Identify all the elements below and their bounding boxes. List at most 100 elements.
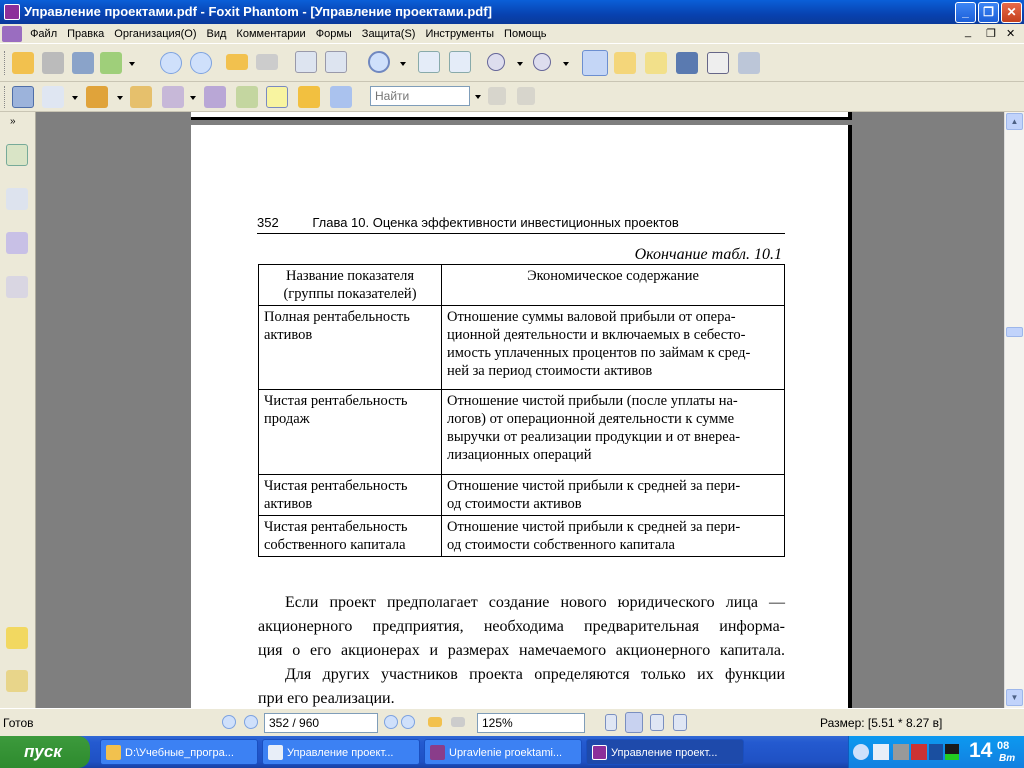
previous-page-icon[interactable] [244,715,258,729]
continuous-icon[interactable] [625,712,643,733]
menu-tools[interactable]: Инструменты [420,24,499,44]
typewriter-icon[interactable] [707,52,729,74]
taskbar-item-foxit[interactable]: Управление проект... [586,739,744,765]
print-icon[interactable] [72,52,94,74]
scroll-up-button[interactable]: ▲ [1006,113,1023,130]
single-page-icon[interactable] [605,714,617,731]
comment-icon[interactable] [298,86,320,108]
body-text: Если проект предполагает создание нового… [258,591,785,708]
hand-tool-icon[interactable] [582,50,608,76]
search-input[interactable] [370,86,470,106]
language-flag-icon[interactable] [911,744,927,760]
open-icon[interactable] [12,52,34,74]
back-arrow-icon[interactable] [226,54,248,70]
chevron-down-icon[interactable] [129,62,135,66]
first-page-icon[interactable] [222,715,236,729]
arrow-tool-icon[interactable] [330,86,352,108]
note-edit-icon[interactable] [204,86,226,108]
edit-document-icon[interactable] [42,86,64,108]
lock-icon[interactable] [162,86,184,108]
chevron-down-icon[interactable] [117,96,123,100]
facing-icon[interactable] [650,714,664,731]
menu-organize[interactable]: Организация(O) [109,24,201,44]
forward-icon[interactable] [451,717,465,727]
find-binoculars-icon[interactable] [676,52,698,74]
doc-close-button[interactable]: ✕ [1006,27,1015,40]
chevron-down-icon[interactable] [72,96,78,100]
chevron-down-icon[interactable] [563,62,569,66]
chevron-down-icon[interactable] [190,96,196,100]
expand-panel-icon[interactable]: » [10,116,16,127]
text-box-icon[interactable] [266,86,288,108]
select-text-icon[interactable] [614,52,636,74]
table-row: Полная рентабельность активов Отношение с… [258,305,785,390]
forward-arrow-icon[interactable] [256,54,278,70]
zoom-in-icon[interactable] [368,51,390,73]
computer-icon[interactable] [893,744,909,760]
snapshot-icon[interactable] [738,52,760,74]
show-hidden-icons-button[interactable] [853,744,869,760]
fit-width-icon[interactable] [449,51,471,73]
minimize-button[interactable]: _ [955,2,976,23]
bookmarks-icon[interactable] [6,144,28,166]
taskbar: пуск D:\Учебные_програ... Управление про… [0,736,1024,768]
app-tray-icon[interactable] [929,744,943,760]
select-arrow-icon[interactable] [645,52,667,74]
scroll-thumb[interactable] [1006,327,1023,337]
taskbar-item-word[interactable]: Управление проект... [262,739,420,765]
zoom-plus-icon[interactable] [533,53,551,71]
chevron-down-icon[interactable] [400,62,406,66]
menu-view[interactable]: Вид [202,24,232,44]
doc-minimize-button[interactable]: _ [965,26,971,38]
email-icon[interactable] [100,52,122,74]
start-button[interactable]: пуск [0,736,90,768]
network-icon[interactable] [873,744,889,760]
folder-icon [106,745,121,760]
signatures-icon[interactable] [6,276,28,298]
scroll-down-button[interactable]: ▼ [1006,689,1023,706]
attachment-tool-icon[interactable] [130,86,152,108]
menu-forms[interactable]: Формы [311,24,357,44]
indicator-name: Чистая рентабельность активов [258,474,442,516]
taskbar-item-explorer[interactable]: D:\Учебные_програ... [100,739,258,765]
extract-pages-icon[interactable] [295,51,317,73]
prev-page-icon[interactable] [160,52,182,74]
back-icon[interactable] [428,717,442,727]
doc-restore-button[interactable]: ❐ [986,27,996,40]
toolbar-grip[interactable] [4,51,7,75]
next-page-icon[interactable] [384,715,398,729]
chevron-down-icon[interactable] [475,95,481,99]
stamp-icon[interactable] [86,86,108,108]
last-page-icon[interactable] [401,715,415,729]
indicator-name: Полная рентабельность активов [258,305,442,390]
rectangle-tool-icon[interactable] [12,86,34,108]
fit-page-icon[interactable] [418,51,440,73]
layers-icon[interactable] [6,232,28,254]
menu-protect[interactable]: Защита(S) [357,24,421,44]
toolbar-grip[interactable] [4,86,7,108]
attachments-icon[interactable] [6,670,28,692]
chevron-down-icon[interactable] [517,62,523,66]
battery-icon[interactable] [945,744,959,760]
close-button[interactable]: ✕ [1001,2,1022,23]
continuous-facing-icon[interactable] [673,714,687,731]
zoom-field[interactable]: 125% [477,713,585,733]
insert-pages-icon[interactable] [325,51,347,73]
taskbar-item-winrar[interactable]: Upravlenie proektami... [424,739,582,765]
find-next-icon[interactable] [517,87,535,105]
next-page-icon[interactable] [190,52,212,74]
find-previous-icon[interactable] [488,87,506,105]
menu-edit[interactable]: Правка [62,24,109,44]
maximize-button[interactable]: ❐ [978,2,999,23]
sign-icon[interactable] [236,86,258,108]
zoom-out-icon[interactable] [487,53,505,71]
vertical-scrollbar[interactable]: ▲ ▼ [1004,112,1024,708]
table-caption: Окончание табл. 10.1 [634,246,782,263]
menu-comments[interactable]: Комментарии [231,24,310,44]
save-icon[interactable] [42,52,64,74]
page-number-field[interactable]: 352 / 960 [264,713,378,733]
pages-icon[interactable] [6,188,28,210]
menu-file[interactable]: Файл [25,24,62,44]
menu-help[interactable]: Помощь [499,24,552,44]
comments-panel-icon[interactable] [6,627,28,649]
